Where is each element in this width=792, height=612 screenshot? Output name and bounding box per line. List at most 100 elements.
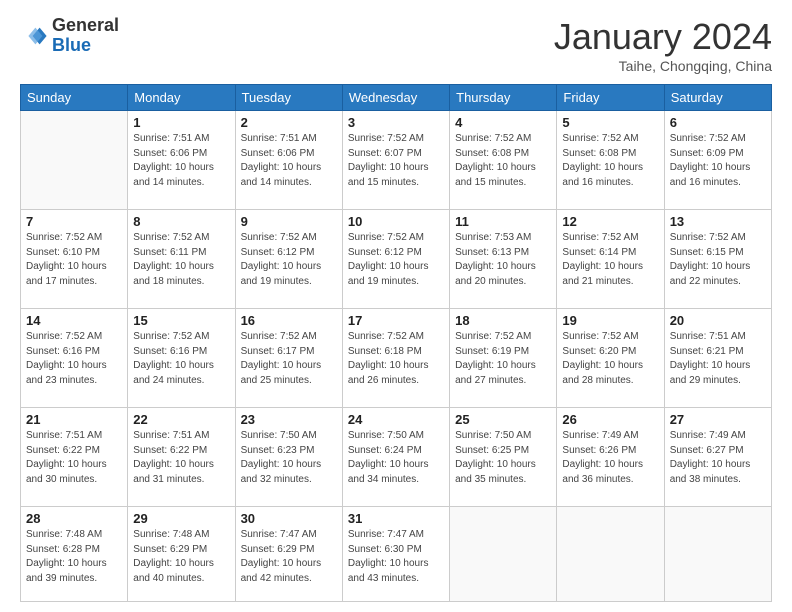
day-number: 28 [26, 511, 122, 526]
calendar-cell-5-7 [664, 507, 771, 602]
calendar-cell-1-3: 2 Sunrise: 7:51 AMSunset: 6:06 PMDaylight… [235, 111, 342, 210]
day-number: 31 [348, 511, 444, 526]
page: General Blue January 2024 Taihe, Chongqi… [0, 0, 792, 612]
week-row-5: 28 Sunrise: 7:48 AMSunset: 6:28 PMDayligh… [21, 507, 772, 602]
day-info: Sunrise: 7:50 AMSunset: 6:23 PMDaylight:… [241, 429, 337, 487]
weekday-header-thursday: Thursday [450, 85, 557, 111]
calendar-cell-5-5 [450, 507, 557, 602]
location: Taihe, Chongqing, China [554, 58, 772, 74]
day-info: Sunrise: 7:50 AMSunset: 6:24 PMDaylight:… [348, 429, 444, 487]
calendar-cell-4-6: 26 Sunrise: 7:49 AMSunset: 6:26 PMDayligh… [557, 408, 664, 507]
day-number: 2 [241, 115, 337, 130]
week-row-2: 7 Sunrise: 7:52 AMSunset: 6:10 PMDaylight… [21, 210, 772, 309]
day-info: Sunrise: 7:48 AMSunset: 6:28 PMDaylight:… [26, 528, 122, 586]
day-number: 3 [348, 115, 444, 130]
day-number: 12 [562, 214, 658, 229]
day-info: Sunrise: 7:52 AMSunset: 6:17 PMDaylight:… [241, 330, 337, 388]
calendar-cell-5-3: 30 Sunrise: 7:47 AMSunset: 6:29 PMDayligh… [235, 507, 342, 602]
day-info: Sunrise: 7:49 AMSunset: 6:26 PMDaylight:… [562, 429, 658, 487]
calendar-cell-3-3: 16 Sunrise: 7:52 AMSunset: 6:17 PMDayligh… [235, 309, 342, 408]
logo-blue-text: Blue [52, 35, 91, 55]
calendar-cell-4-4: 24 Sunrise: 7:50 AMSunset: 6:24 PMDayligh… [342, 408, 449, 507]
day-info: Sunrise: 7:52 AMSunset: 6:15 PMDaylight:… [670, 231, 766, 289]
calendar-cell-1-6: 5Sunrise: 7:52 AMSunset: 6:08 PMDaylight… [557, 111, 664, 210]
calendar-cell-2-7: 13 Sunrise: 7:52 AMSunset: 6:15 PMDayligh… [664, 210, 771, 309]
calendar-cell-1-5: 4 Sunrise: 7:52 AMSunset: 6:08 PMDaylight… [450, 111, 557, 210]
calendar-cell-1-1 [21, 111, 128, 210]
day-number: 30 [241, 511, 337, 526]
day-info: Sunrise: 7:51 AMSunset: 6:06 PMDaylight:… [241, 132, 337, 190]
calendar-cell-3-6: 19 Sunrise: 7:52 AMSunset: 6:20 PMDayligh… [557, 309, 664, 408]
week-row-1: 1Sunrise: 7:51 AMSunset: 6:06 PMDaylight… [21, 111, 772, 210]
day-info: Sunrise: 7:47 AMSunset: 6:30 PMDaylight:… [348, 528, 444, 586]
day-number: 19 [562, 313, 658, 328]
logo-icon [20, 22, 48, 50]
weekday-header-wednesday: Wednesday [342, 85, 449, 111]
calendar-cell-4-3: 23 Sunrise: 7:50 AMSunset: 6:23 PMDayligh… [235, 408, 342, 507]
day-info: Sunrise: 7:52 AMSunset: 6:16 PMDaylight:… [26, 330, 122, 388]
calendar-cell-5-1: 28 Sunrise: 7:48 AMSunset: 6:28 PMDayligh… [21, 507, 128, 602]
calendar-cell-2-1: 7 Sunrise: 7:52 AMSunset: 6:10 PMDaylight… [21, 210, 128, 309]
day-info: Sunrise: 7:52 AMSunset: 6:10 PMDaylight:… [26, 231, 122, 289]
calendar-cell-3-1: 14 Sunrise: 7:52 AMSunset: 6:16 PMDayligh… [21, 309, 128, 408]
weekday-header-row: SundayMondayTuesdayWednesdayThursdayFrid… [21, 85, 772, 111]
day-info: Sunrise: 7:52 AMSunset: 6:16 PMDaylight:… [133, 330, 229, 388]
weekday-header-sunday: Sunday [21, 85, 128, 111]
day-info: Sunrise: 7:52 AMSunset: 6:19 PMDaylight:… [455, 330, 551, 388]
logo-general-text: General [52, 15, 119, 35]
calendar-cell-4-7: 27Sunrise: 7:49 AMSunset: 6:27 PMDayligh… [664, 408, 771, 507]
calendar-cell-3-7: 20Sunrise: 7:51 AMSunset: 6:21 PMDayligh… [664, 309, 771, 408]
day-info: Sunrise: 7:52 AMSunset: 6:09 PMDaylight:… [670, 132, 766, 190]
weekday-header-friday: Friday [557, 85, 664, 111]
day-info: Sunrise: 7:53 AMSunset: 6:13 PMDaylight:… [455, 231, 551, 289]
calendar-cell-1-7: 6 Sunrise: 7:52 AMSunset: 6:09 PMDaylight… [664, 111, 771, 210]
day-number: 15 [133, 313, 229, 328]
day-number: 18 [455, 313, 551, 328]
day-info: Sunrise: 7:51 AMSunset: 6:22 PMDaylight:… [26, 429, 122, 487]
weekday-header-monday: Monday [128, 85, 235, 111]
calendar-cell-5-4: 31 Sunrise: 7:47 AMSunset: 6:30 PMDayligh… [342, 507, 449, 602]
day-number: 13 [670, 214, 766, 229]
day-info: Sunrise: 7:51 AMSunset: 6:06 PMDaylight:… [133, 132, 229, 190]
day-number: 17 [348, 313, 444, 328]
day-number: 16 [241, 313, 337, 328]
day-number: 4 [455, 115, 551, 130]
calendar-cell-3-4: 17Sunrise: 7:52 AMSunset: 6:18 PMDayligh… [342, 309, 449, 408]
day-number: 9 [241, 214, 337, 229]
calendar-cell-4-5: 25Sunrise: 7:50 AMSunset: 6:25 PMDayligh… [450, 408, 557, 507]
day-info: Sunrise: 7:52 AMSunset: 6:12 PMDaylight:… [241, 231, 337, 289]
day-info: Sunrise: 7:51 AMSunset: 6:22 PMDaylight:… [133, 429, 229, 487]
day-number: 11 [455, 214, 551, 229]
calendar-cell-2-6: 12 Sunrise: 7:52 AMSunset: 6:14 PMDayligh… [557, 210, 664, 309]
week-row-4: 21 Sunrise: 7:51 AMSunset: 6:22 PMDayligh… [21, 408, 772, 507]
day-number: 26 [562, 412, 658, 427]
day-info: Sunrise: 7:52 AMSunset: 6:14 PMDaylight:… [562, 231, 658, 289]
day-info: Sunrise: 7:47 AMSunset: 6:29 PMDaylight:… [241, 528, 337, 586]
day-info: Sunrise: 7:52 AMSunset: 6:08 PMDaylight:… [455, 132, 551, 190]
calendar-cell-4-2: 22 Sunrise: 7:51 AMSunset: 6:22 PMDayligh… [128, 408, 235, 507]
day-number: 7 [26, 214, 122, 229]
logo-text: General Blue [52, 16, 119, 56]
calendar-cell-5-6 [557, 507, 664, 602]
day-info: Sunrise: 7:49 AMSunset: 6:27 PMDaylight:… [670, 429, 766, 487]
logo: General Blue [20, 16, 119, 56]
header: General Blue January 2024 Taihe, Chongqi… [20, 16, 772, 74]
day-number: 21 [26, 412, 122, 427]
calendar-cell-3-5: 18 Sunrise: 7:52 AMSunset: 6:19 PMDayligh… [450, 309, 557, 408]
day-number: 22 [133, 412, 229, 427]
weekday-header-saturday: Saturday [664, 85, 771, 111]
day-number: 14 [26, 313, 122, 328]
calendar-cell-2-3: 9 Sunrise: 7:52 AMSunset: 6:12 PMDaylight… [235, 210, 342, 309]
calendar-cell-2-2: 8Sunrise: 7:52 AMSunset: 6:11 PMDaylight… [128, 210, 235, 309]
day-number: 20 [670, 313, 766, 328]
day-number: 29 [133, 511, 229, 526]
day-number: 23 [241, 412, 337, 427]
month-title: January 2024 [554, 16, 772, 58]
day-number: 6 [670, 115, 766, 130]
day-info: Sunrise: 7:52 AMSunset: 6:20 PMDaylight:… [562, 330, 658, 388]
day-number: 24 [348, 412, 444, 427]
week-row-3: 14 Sunrise: 7:52 AMSunset: 6:16 PMDayligh… [21, 309, 772, 408]
calendar-cell-4-1: 21 Sunrise: 7:51 AMSunset: 6:22 PMDayligh… [21, 408, 128, 507]
day-info: Sunrise: 7:52 AMSunset: 6:07 PMDaylight:… [348, 132, 444, 190]
day-number: 25 [455, 412, 551, 427]
